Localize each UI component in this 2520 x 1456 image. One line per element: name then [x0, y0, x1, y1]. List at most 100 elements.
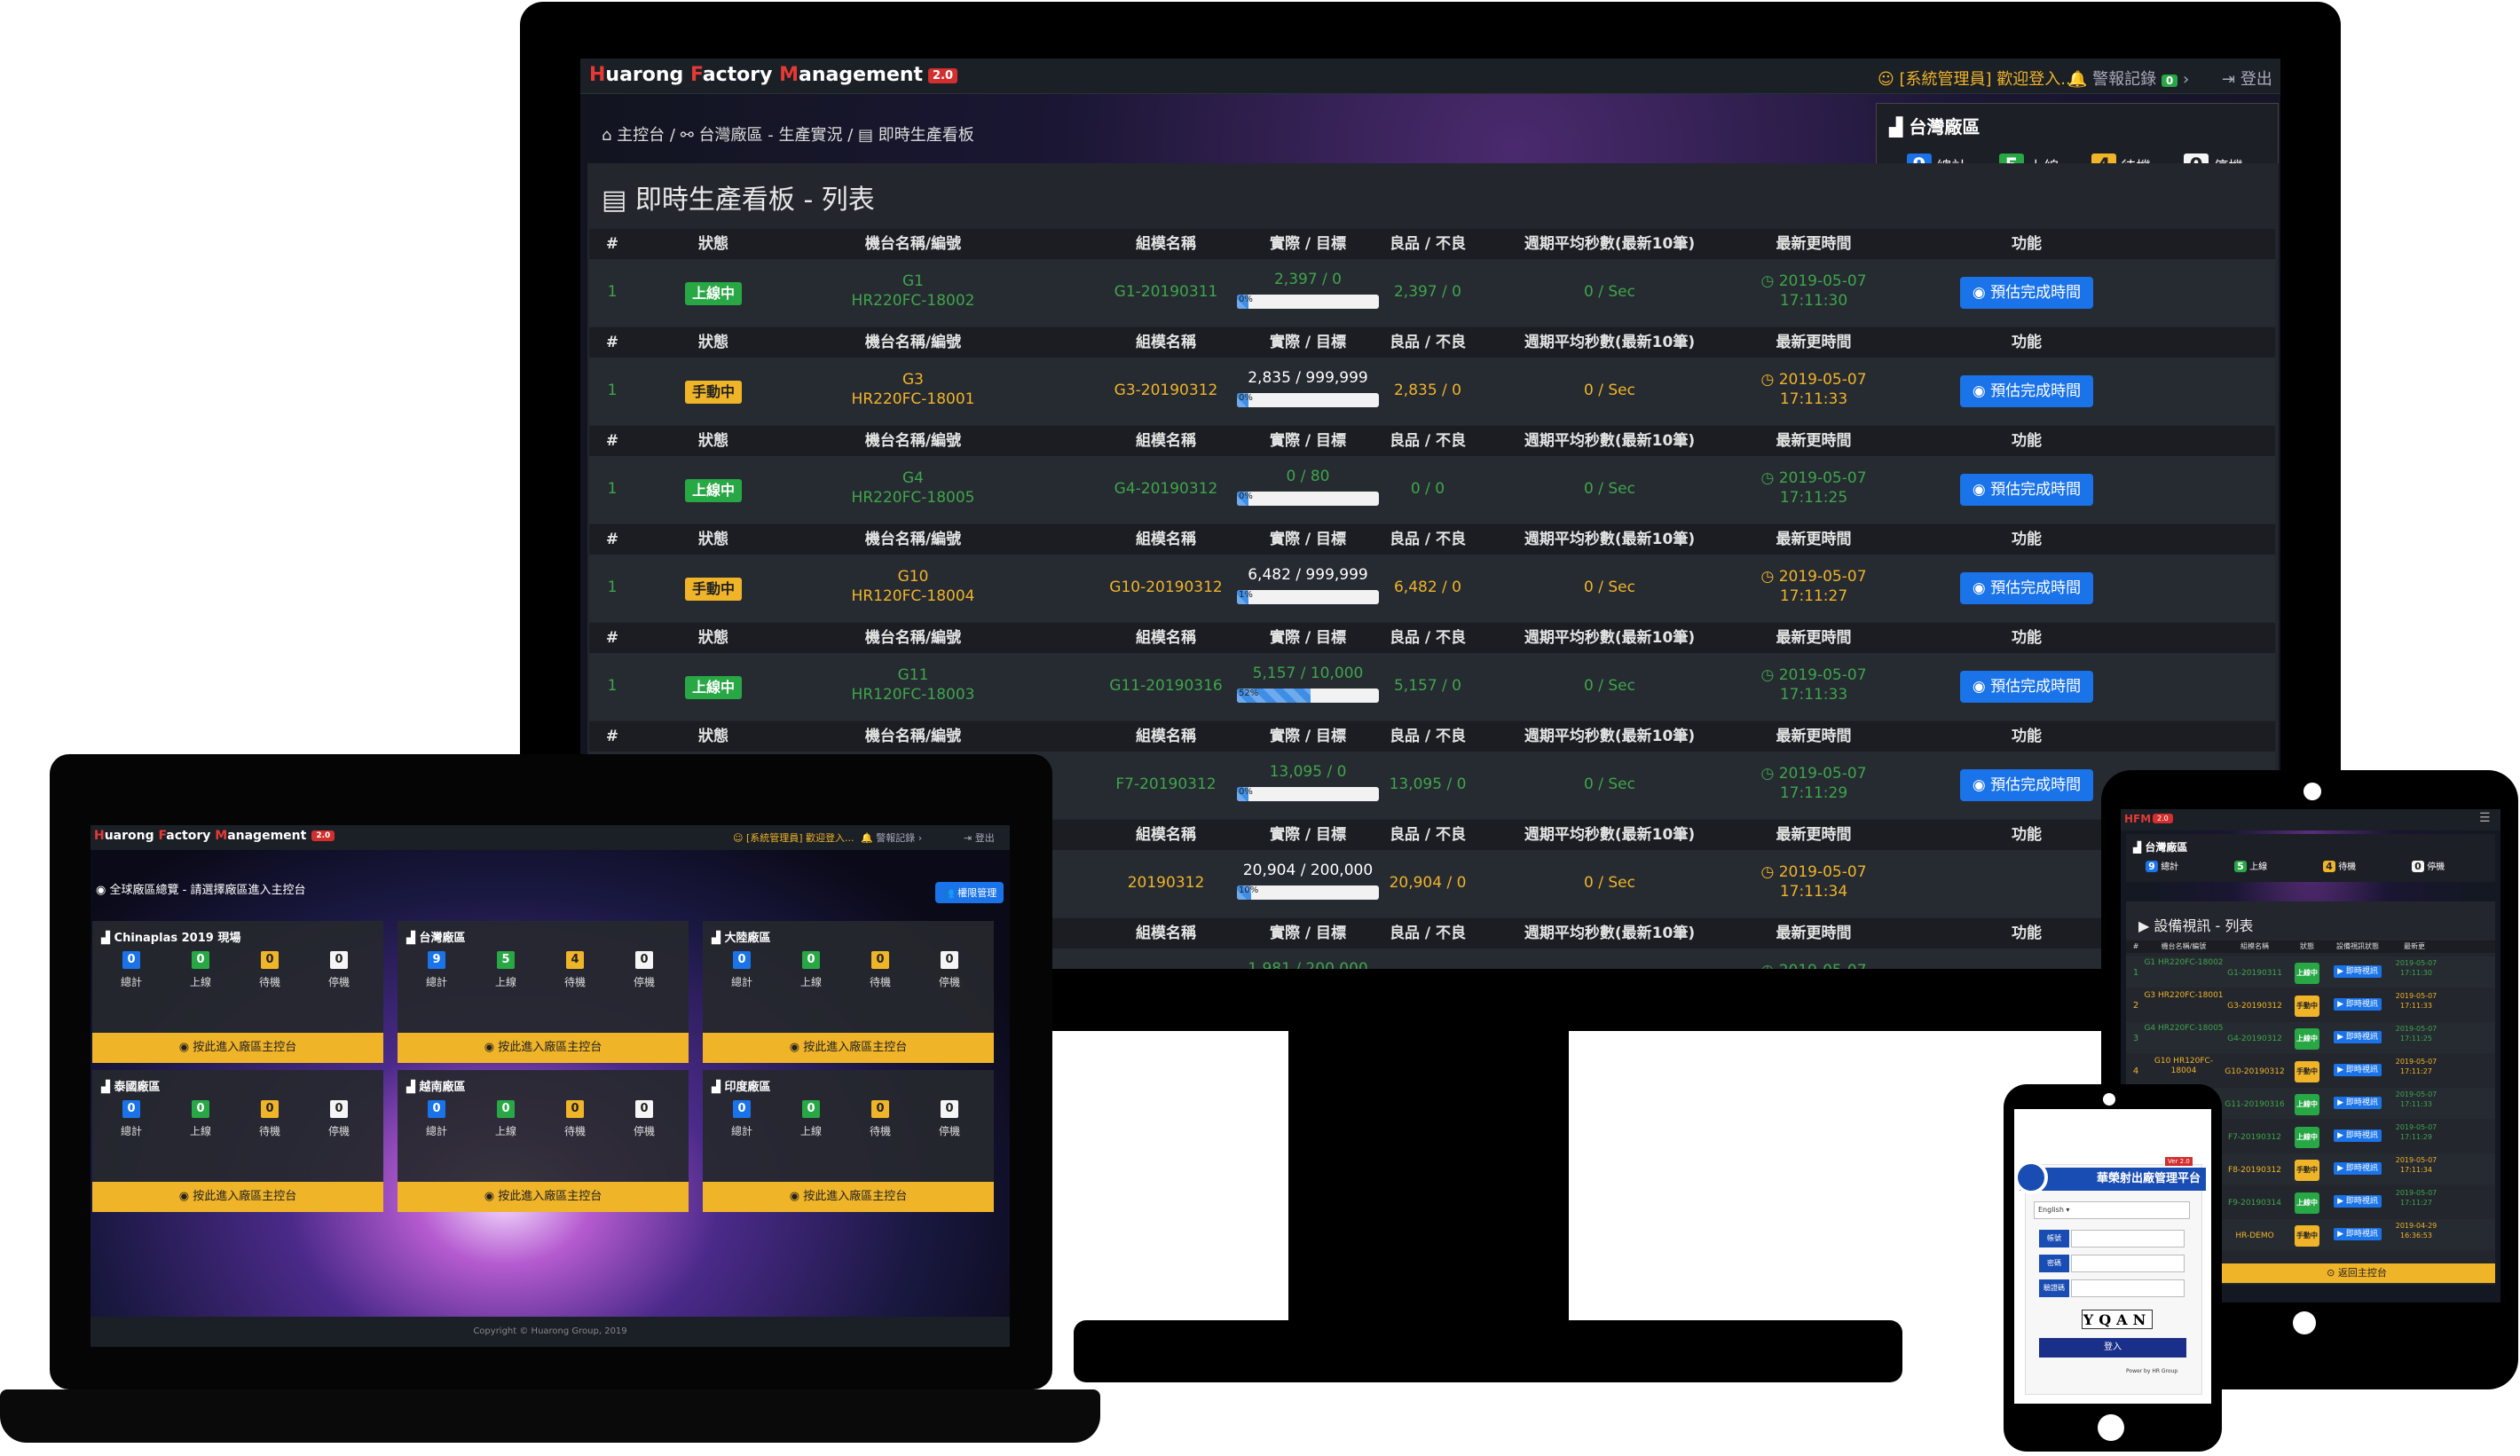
- clock-icon: ◷: [1760, 272, 1775, 290]
- actual-target: 2,397 / 0: [1273, 271, 1343, 288]
- live-video-button[interactable]: ▶ 即時視訊: [2334, 1064, 2382, 1076]
- column-header: 良品 / 不良: [1389, 925, 1467, 942]
- permission-manage-button[interactable]: 👥 權限管理: [935, 882, 1004, 903]
- status-badge: 上線中: [651, 479, 776, 502]
- captcha-image[interactable]: YQAN: [2082, 1310, 2153, 1329]
- mold-name: G1-20190311: [1114, 283, 1218, 301]
- progress-bar: 10%: [1237, 885, 1379, 900]
- live-video-button[interactable]: ▶ 即時視訊: [2334, 1097, 2382, 1109]
- logo-icon: [2014, 1161, 2048, 1194]
- site-count: 0: [733, 1100, 751, 1118]
- cycle-average: 0 / Sec: [1584, 677, 1635, 695]
- column-header: 實際 / 目標: [1269, 629, 1347, 647]
- column-header: 週期平均秒數(最新10筆): [1524, 334, 1696, 351]
- alerts-menu[interactable]: 🔔 警報記錄 0 ›: [2067, 67, 2189, 90]
- eye-icon: ◉: [1972, 776, 1986, 794]
- column-header: 機台名稱/編號: [864, 334, 962, 351]
- column-header: 狀態: [698, 629, 728, 647]
- logout-link[interactable]: ⇥ 登出: [2222, 67, 2272, 90]
- language-select[interactable]: English ▾: [2034, 1201, 2190, 1219]
- site-count-label: 總計: [730, 976, 752, 988]
- tablet-brand[interactable]: HFM: [2124, 813, 2151, 825]
- breadcrumb: ⌂ 主控台 / ⚯ 台灣廠區 - 生產實況 / ▤ 即時生產看板: [602, 126, 974, 145]
- enter-site-button[interactable]: ◉ 按此進入廠區主控台: [92, 1182, 383, 1212]
- site-count-label: 停機: [633, 976, 655, 988]
- live-video-button[interactable]: ▶ 即時視訊: [2334, 1195, 2382, 1208]
- live-video-button[interactable]: ▶ 即時視訊: [2334, 1031, 2382, 1043]
- eye-icon: ◉: [1972, 678, 1986, 696]
- menu-icon[interactable]: ☰: [2479, 811, 2491, 825]
- laptop-alerts[interactable]: 🔔 警報記錄 ›: [861, 830, 922, 845]
- site-count-label: 上線: [799, 976, 822, 988]
- column-header: 組模名稱: [1136, 235, 1196, 253]
- back-to-dashboard-button[interactable]: ⊙ 返回主控台: [2218, 1263, 2495, 1283]
- tablet-count: 5 上線: [2234, 859, 2267, 872]
- estimate-completion-button[interactable]: ◉ 預估完成時間: [1959, 671, 2094, 703]
- live-video-button[interactable]: ▶ 即時視訊: [2334, 998, 2382, 1011]
- laptop-base: [0, 1389, 1100, 1443]
- breadcrumb-site[interactable]: 台灣廠區 - 生產實況: [699, 126, 843, 145]
- laptop-brand[interactable]: Huarong Factory Management 2.0: [94, 829, 335, 843]
- account-input[interactable]: [2071, 1230, 2185, 1247]
- phone-home-button[interactable]: [2098, 1414, 2124, 1441]
- column-header: 最新更: [2404, 942, 2425, 950]
- admin-user-menu[interactable]: ☺ [系統管理員] 歡迎登入...: [1878, 67, 2075, 90]
- site-summary-title: ▟ 台灣廠區: [1889, 116, 1981, 138]
- site-count-label: 待機: [563, 1125, 586, 1137]
- mold-name: G10-20190312: [1109, 578, 1223, 596]
- table-row: 1 手動中 G10 HR120FC-18004 G10-20190312 6,482 / …: [589, 555, 2275, 622]
- tablet-summary: ▟ 台灣廠區 9 總計 5 上線 4 待機 0 停機: [2126, 834, 2495, 882]
- breadcrumb-home[interactable]: 主控台: [617, 126, 665, 145]
- eye-icon: ◉: [1972, 382, 1986, 400]
- row-index: 1: [607, 578, 618, 596]
- site-count-label: 停機: [633, 1125, 655, 1137]
- column-header: 功能: [2012, 432, 2042, 450]
- column-header: 狀態: [2300, 942, 2314, 950]
- site-card: ▟ 台灣廠區 9 總計 5 上線 4 待機 0 停機 ◉ 按此進入廠區主控台: [398, 921, 689, 1063]
- site-count-label: 待機: [563, 976, 586, 988]
- live-video-button[interactable]: ▶ 即時視訊: [2334, 1162, 2382, 1175]
- status-badge: 手動中: [2295, 996, 2319, 1017]
- enter-site-button[interactable]: ◉ 按此進入廠區主控台: [92, 1033, 383, 1063]
- bell-icon: 🔔: [2067, 70, 2088, 89]
- monitor-stand-base: [1074, 1320, 1902, 1382]
- column-header: 最新更時間: [1776, 925, 1852, 942]
- captcha-input[interactable]: [2071, 1279, 2185, 1297]
- live-video-button[interactable]: ▶ 即時視訊: [2334, 965, 2382, 978]
- password-input[interactable]: [2071, 1255, 2185, 1272]
- column-header: 設備視訊狀態: [2336, 942, 2379, 950]
- column-header: 最新更時間: [1776, 432, 1852, 450]
- login-button[interactable]: 登入: [2039, 1338, 2186, 1358]
- estimate-completion-button[interactable]: ◉ 預估完成時間: [1959, 769, 2094, 801]
- laptop-admin[interactable]: ☺ [系統管理員] 歡迎登入...: [733, 830, 854, 845]
- site-count: 0: [261, 951, 279, 969]
- enter-site-button[interactable]: ◉ 按此進入廠區主控台: [703, 1033, 994, 1063]
- estimate-completion-button[interactable]: ◉ 預估完成時間: [1959, 474, 2094, 506]
- enter-site-button[interactable]: ◉ 按此進入廠區主控台: [703, 1182, 994, 1212]
- enter-site-button[interactable]: ◉ 按此進入廠區主控台: [398, 1033, 689, 1063]
- machine-group: # 狀態 機台名稱/編號 組模名稱 實際 / 目標 良品 / 不良 週期平均秒數(最新10筆…: [589, 524, 2275, 622]
- column-header: 週期平均秒數(最新10筆): [1524, 826, 1696, 844]
- site-count-label: 上線: [189, 976, 211, 988]
- brand-logo[interactable]: Huarong Factory Management 2.0: [589, 64, 958, 86]
- estimate-completion-button[interactable]: ◉ 預估完成時間: [1959, 277, 2094, 309]
- list-icon: ▤: [857, 126, 873, 145]
- clock-icon: ◷: [1760, 371, 1775, 389]
- good-defect: 2,397 / 0: [1393, 283, 1462, 301]
- column-header: 良品 / 不良: [1389, 728, 1467, 745]
- phone-version: Ver 2.0: [2165, 1157, 2193, 1166]
- estimate-completion-button[interactable]: ◉ 預估完成時間: [1959, 375, 2094, 407]
- live-video-button[interactable]: ▶ 即時視訊: [2334, 1228, 2382, 1240]
- column-header: 功能: [2012, 925, 2042, 942]
- site-card-title: ▟ 印度廠區: [712, 1081, 771, 1094]
- site-count-label: 上線: [494, 1125, 516, 1137]
- live-video-button[interactable]: ▶ 即時視訊: [2334, 1129, 2382, 1142]
- column-header: 週期平均秒數(最新10筆): [1524, 235, 1696, 253]
- tablet-home-button[interactable]: [2293, 1311, 2316, 1334]
- laptop-logout[interactable]: ⇥ 登出: [964, 830, 995, 845]
- action-cell: ◉ 預估完成時間: [1938, 375, 2115, 407]
- estimate-completion-button[interactable]: ◉ 預估完成時間: [1959, 572, 2094, 604]
- site-count: 4: [566, 951, 584, 969]
- enter-site-button[interactable]: ◉ 按此進入廠區主控台: [398, 1182, 689, 1212]
- column-header: 實際 / 目標: [1269, 334, 1347, 351]
